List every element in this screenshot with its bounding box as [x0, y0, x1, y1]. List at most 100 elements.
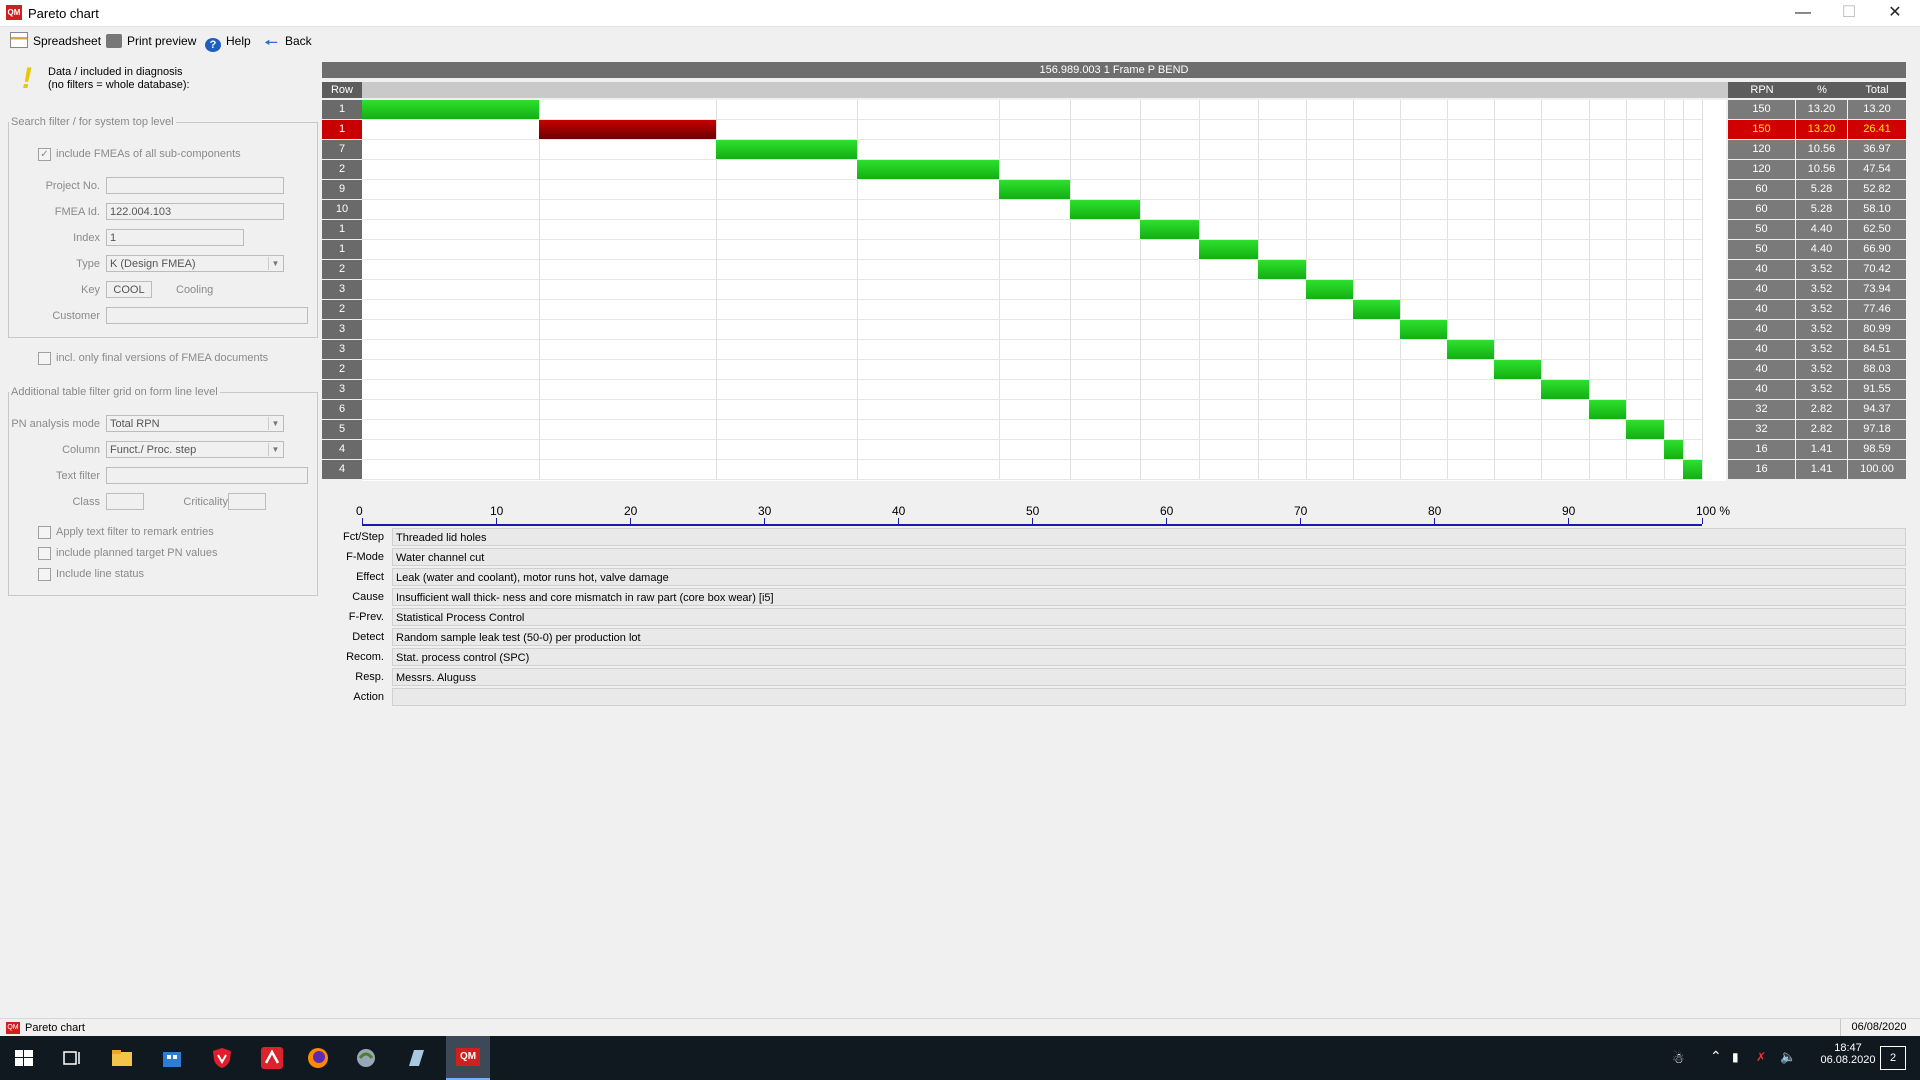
pct-cell[interactable]: 3.52	[1796, 380, 1847, 399]
antivirus-icon[interactable]	[260, 1046, 284, 1070]
tray-chevron-up-icon[interactable]: ⌃	[1710, 1048, 1722, 1065]
apply-text-filter-checkbox[interactable]	[38, 526, 51, 539]
shield-icon[interactable]	[210, 1046, 234, 1070]
rpn-cell[interactable]: 40	[1728, 260, 1795, 279]
pareto-bar[interactable]	[1199, 240, 1259, 259]
row-number[interactable]: 2	[322, 300, 362, 319]
pct-cell[interactable]: 10.56	[1796, 160, 1847, 179]
rpn-cell[interactable]: 150	[1728, 120, 1795, 139]
network-icon[interactable]: ✗	[1756, 1050, 1766, 1064]
column-dropdown[interactable]: Funct./ Proc. step ▼	[106, 441, 284, 458]
total-cell[interactable]: 13.20	[1848, 100, 1906, 119]
rpn-cell[interactable]: 40	[1728, 340, 1795, 359]
pct-cell[interactable]: 3.52	[1796, 360, 1847, 379]
total-cell[interactable]: 98.59	[1848, 440, 1906, 459]
total-cell[interactable]: 94.37	[1848, 400, 1906, 419]
rpn-cell[interactable]: 32	[1728, 420, 1795, 439]
row-number[interactable]: 2	[322, 260, 362, 279]
pareto-bar[interactable]	[538, 120, 716, 139]
detail-value[interactable]: Statistical Process Control	[392, 608, 1906, 626]
total-cell[interactable]: 62.50	[1848, 220, 1906, 239]
text-filter-field[interactable]	[106, 467, 308, 484]
pct-cell[interactable]: 10.56	[1796, 140, 1847, 159]
spreadsheet-button[interactable]: Spreadsheet	[10, 32, 101, 50]
pct-cell[interactable]: 3.52	[1796, 340, 1847, 359]
rpn-cell[interactable]: 40	[1728, 300, 1795, 319]
pct-cell[interactable]: 5.28	[1796, 180, 1847, 199]
pareto-bar[interactable]	[1069, 200, 1141, 219]
pct-cell[interactable]: 3.52	[1796, 260, 1847, 279]
include-line-status-checkbox[interactable]	[38, 568, 51, 581]
include-fmeas-checkbox[interactable]: ✓	[38, 148, 51, 161]
rpn-cell[interactable]: 32	[1728, 400, 1795, 419]
rpn-cell[interactable]: 40	[1728, 360, 1795, 379]
pct-cell[interactable]: 4.40	[1796, 220, 1847, 239]
rpn-cell[interactable]: 16	[1728, 460, 1795, 479]
pct-cell[interactable]: 2.82	[1796, 420, 1847, 439]
total-cell[interactable]: 47.54	[1848, 160, 1906, 179]
rpn-cell[interactable]: 40	[1728, 320, 1795, 339]
battery-icon[interactable]: ▮	[1732, 1050, 1739, 1064]
pareto-bar[interactable]	[1683, 460, 1702, 479]
project-no-field[interactable]	[106, 177, 284, 194]
pct-cell[interactable]: 1.41	[1796, 460, 1847, 479]
row-number[interactable]: 1	[322, 240, 362, 259]
rpn-cell[interactable]: 50	[1728, 220, 1795, 239]
fmea-id-field[interactable]: 122.004.103	[106, 203, 284, 220]
print-preview-button[interactable]: Print preview	[106, 32, 196, 50]
rpn-cell[interactable]: 120	[1728, 140, 1795, 159]
rpn-cell[interactable]: 40	[1728, 280, 1795, 299]
total-cell[interactable]: 58.10	[1848, 200, 1906, 219]
total-cell[interactable]: 70.42	[1848, 260, 1906, 279]
pareto-bar[interactable]	[998, 180, 1070, 199]
row-number[interactable]: 5	[322, 420, 362, 439]
row-number[interactable]: 3	[322, 340, 362, 359]
windows-start-icon[interactable]	[12, 1046, 36, 1070]
row-number[interactable]: 4	[322, 440, 362, 459]
pareto-bar[interactable]	[1664, 440, 1684, 459]
store-icon[interactable]	[160, 1046, 184, 1070]
minimize-button[interactable]: —	[1780, 0, 1826, 26]
total-cell[interactable]: 80.99	[1848, 320, 1906, 339]
pareto-bar[interactable]	[1352, 300, 1400, 319]
row-number[interactable]: 1	[322, 100, 362, 119]
detail-value[interactable]: Messrs. Aluguss	[392, 668, 1906, 686]
row-number[interactable]: 9	[322, 180, 362, 199]
pareto-bar[interactable]	[362, 100, 539, 119]
pareto-bar[interactable]	[1626, 420, 1665, 439]
detail-value[interactable]: Leak (water and coolant), motor runs hot…	[392, 568, 1906, 586]
rpn-cell[interactable]: 50	[1728, 240, 1795, 259]
rpn-cell[interactable]: 150	[1728, 100, 1795, 119]
detail-value[interactable]: Insufficient wall thick- ness and core m…	[392, 588, 1906, 606]
pn-mode-dropdown[interactable]: Total RPN ▼	[106, 415, 284, 432]
row-number[interactable]: 7	[322, 140, 362, 159]
include-planned-checkbox[interactable]	[38, 547, 51, 560]
pareto-bar[interactable]	[1399, 320, 1448, 339]
key-field[interactable]: COOL	[106, 281, 152, 298]
pct-cell[interactable]: 3.52	[1796, 300, 1847, 319]
type-dropdown[interactable]: K (Design FMEA) ▼	[106, 255, 284, 272]
row-number[interactable]: 3	[322, 280, 362, 299]
total-cell[interactable]: 97.18	[1848, 420, 1906, 439]
rpn-cell[interactable]: 16	[1728, 440, 1795, 459]
pareto-bar[interactable]	[1541, 380, 1589, 399]
total-cell[interactable]: 84.51	[1848, 340, 1906, 359]
detail-value[interactable]: Water channel cut	[392, 548, 1906, 566]
pareto-bar[interactable]	[1447, 340, 1495, 359]
pareto-bar[interactable]	[1140, 220, 1200, 239]
pct-cell[interactable]: 2.82	[1796, 400, 1847, 419]
class-field[interactable]	[106, 493, 144, 510]
pareto-bar[interactable]	[715, 140, 858, 159]
rpn-cell[interactable]: 120	[1728, 160, 1795, 179]
index-field[interactable]: 1	[106, 229, 244, 246]
total-cell[interactable]: 91.55	[1848, 380, 1906, 399]
tray-clock[interactable]: 18:47 06.08.2020	[1818, 1042, 1878, 1066]
back-button[interactable]: 🠔 Back	[264, 32, 312, 52]
pct-cell[interactable]: 3.52	[1796, 320, 1847, 339]
total-cell[interactable]: 73.94	[1848, 280, 1906, 299]
total-cell[interactable]: 26.41	[1848, 120, 1906, 139]
app-icon-taskbar[interactable]	[354, 1046, 378, 1070]
help-button[interactable]: ? Help	[205, 32, 251, 52]
qm-taskbar-button[interactable]: QM	[446, 1036, 490, 1080]
firefox-icon[interactable]	[306, 1046, 330, 1070]
